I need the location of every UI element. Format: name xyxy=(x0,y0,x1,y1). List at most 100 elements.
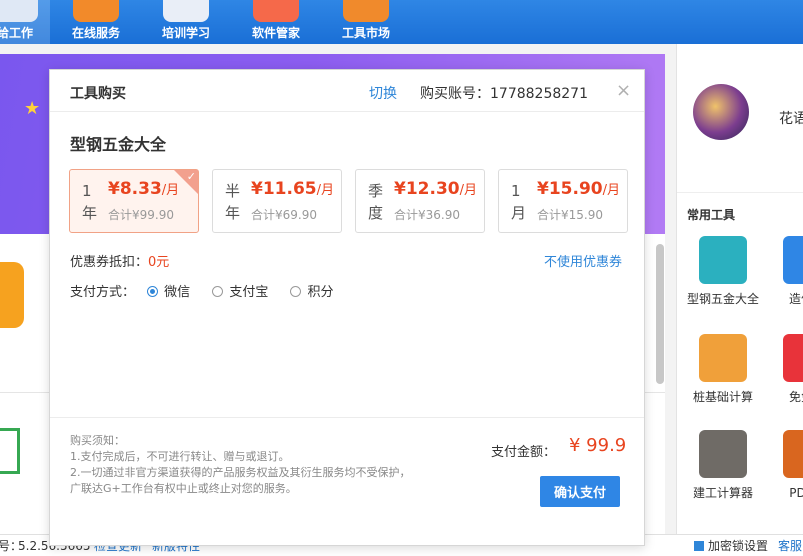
online-service-icon xyxy=(73,0,119,22)
account-label: 购买账号： xyxy=(420,86,490,102)
radio-selected[interactable] xyxy=(147,286,159,297)
nav-item-online-service[interactable]: 在线服务 xyxy=(61,0,131,44)
payment-option-label: 积分 xyxy=(307,285,334,300)
radio[interactable] xyxy=(290,286,302,297)
purchase-notice: 购买须知： 1.支付完成后，不可进行转让、赠与或退订。 2.一切通过非官方渠道获… xyxy=(70,433,411,497)
computer-icon xyxy=(0,0,38,22)
amount-label: 支付金额： xyxy=(491,445,557,460)
plan-option-halfyear[interactable]: 半年 ¥11.65/月 合计¥69.90 xyxy=(212,169,342,233)
right-panel: 花语 常用工具 型钢五金大全 造价务 桩基础计算 免免建 建工计算器 PDF快 xyxy=(676,44,803,534)
plan-price: ¥12.30/月 xyxy=(394,179,477,199)
nav-label: 软件管家 xyxy=(251,26,300,40)
cost-tool-icon xyxy=(783,236,803,284)
software-manager-icon xyxy=(253,0,299,22)
divider xyxy=(677,192,803,193)
nav-item-training[interactable]: 培训学习 xyxy=(151,0,221,44)
dialog-title: 工具购买 xyxy=(70,86,126,102)
lock-icon xyxy=(694,541,704,551)
payment-option-label: 微信 xyxy=(164,285,191,300)
plan-option-1month[interactable]: 1月 ¥15.90/月 合计¥15.90 xyxy=(498,169,628,233)
app-tile-orange-icon[interactable] xyxy=(0,262,24,328)
plan-duration: 1月 xyxy=(511,182,527,222)
nav-label: 培训学习 xyxy=(161,26,210,40)
switch-account-link[interactable]: 切换 xyxy=(369,83,397,103)
amount-value: ¥ 99.9 xyxy=(569,435,627,456)
confirm-payment-button[interactable]: 确认支付 xyxy=(540,476,620,507)
customer-service-link[interactable]: 客服 xyxy=(778,535,802,556)
notice-line: 广联达G+工作台有权中止或终止对您的服务。 xyxy=(70,482,297,495)
tools-section-title: 常用工具 xyxy=(687,208,736,222)
calculator-icon xyxy=(699,430,747,478)
pile-foundation-icon xyxy=(699,334,747,382)
price-unit: /月 xyxy=(459,183,477,198)
tool-label: 免免建 xyxy=(788,390,803,404)
price-unit: /月 xyxy=(602,183,620,198)
plan-total: 合计¥99.90 xyxy=(108,208,174,222)
price-value: ¥15.90 xyxy=(537,179,603,199)
nav-item-workspace[interactable]: 给工作 xyxy=(0,0,50,44)
tool-label: PDF快 xyxy=(789,486,803,500)
app-tile-green-icon[interactable] xyxy=(0,428,20,474)
notice-line: 1.支付完成后，不可进行转让、赠与或退订。 xyxy=(70,450,290,463)
price-value: ¥12.30 xyxy=(394,179,460,199)
tool-label: 型钢五金大全 xyxy=(686,292,759,306)
payment-option-wechat[interactable]: 微信 xyxy=(147,281,190,300)
payment-option-points[interactable]: 积分 xyxy=(290,281,333,300)
plan-option-quarter[interactable]: 季度 ¥12.30/月 合计¥36.90 xyxy=(355,169,485,233)
payment-option-alipay[interactable]: 支付宝 xyxy=(212,281,268,300)
nav-label: 工具市场 xyxy=(341,26,390,40)
plan-price: ¥11.65/月 xyxy=(251,179,334,199)
plan-total: 合计¥36.90 xyxy=(394,208,460,222)
price-unit: /月 xyxy=(316,183,334,198)
nav-item-software-manager[interactable]: 软件管家 xyxy=(241,0,311,44)
plan-option-1year[interactable]: 1年 ¥8.33/月 合计¥99.90 ✓ xyxy=(69,169,199,233)
plan-total: 合计¥15.90 xyxy=(537,208,603,222)
tool-calculator[interactable]: 建工计算器 xyxy=(683,430,763,501)
tool-free-build[interactable]: 免免建 xyxy=(767,334,803,405)
user-name: 花语 xyxy=(779,111,803,127)
tool-market-icon xyxy=(343,0,389,22)
plan-total: 合计¥69.90 xyxy=(251,208,317,222)
radio[interactable] xyxy=(212,286,224,297)
notice-title: 购买须知： xyxy=(70,434,125,447)
star-icon: ★ xyxy=(24,98,41,119)
nav-item-tool-market[interactable]: 工具市场 xyxy=(331,0,401,44)
purchase-dialog: 工具购买 切换 购买账号：17788258271 × 型钢五金大全 1年 ¥8.… xyxy=(49,69,645,546)
lock-settings-link[interactable]: 加密锁设置 xyxy=(708,535,768,556)
plan-duration: 1年 xyxy=(82,182,98,222)
avatar[interactable] xyxy=(693,84,749,140)
coupon-label: 优惠券抵扣： xyxy=(70,255,149,270)
payment-method-row: 支付方式： 微信 支付宝 积分 xyxy=(70,281,343,300)
tool-label: 桩基础计算 xyxy=(692,390,753,404)
price-value: ¥8.33 xyxy=(108,179,162,199)
top-nav-bar: 给工作 在线服务 培训学习 软件管家 工具市场 xyxy=(0,0,803,44)
plan-duration: 季度 xyxy=(368,182,384,222)
coupon-value: 0元 xyxy=(148,255,170,270)
product-name: 型钢五金大全 xyxy=(70,135,167,154)
main-scrollbar[interactable] xyxy=(656,244,664,384)
close-icon[interactable]: × xyxy=(616,80,631,101)
coupon-row: 优惠券抵扣：0元 xyxy=(70,251,169,270)
payment-option-label: 支付宝 xyxy=(229,285,269,300)
tool-pile-foundation[interactable]: 桩基础计算 xyxy=(683,334,763,405)
no-coupon-link[interactable]: 不使用优惠券 xyxy=(544,251,622,270)
check-icon: ✓ xyxy=(186,170,196,183)
tool-label: 建工计算器 xyxy=(692,486,753,500)
dialog-footer: 购买须知： 1.支付完成后，不可进行转让、赠与或退订。 2.一切通过非官方渠道获… xyxy=(50,417,644,545)
free-build-icon xyxy=(783,334,803,382)
plan-price: ¥15.90/月 xyxy=(537,179,620,199)
tool-cost[interactable]: 造价务 xyxy=(767,236,803,307)
nav-label: 在线服务 xyxy=(71,26,120,40)
price-value: ¥11.65 xyxy=(251,179,317,199)
payment-label: 支付方式： xyxy=(70,285,136,300)
tool-steel-hardware[interactable]: 型钢五金大全 xyxy=(683,236,763,307)
plan-duration: 半年 xyxy=(225,182,241,222)
nav-label: 给工作 xyxy=(0,26,33,40)
tool-pdf[interactable]: PDF快 xyxy=(767,430,803,501)
purchase-account: 购买账号：17788258271 xyxy=(420,83,588,103)
plan-price: ¥8.33/月 xyxy=(108,179,179,199)
notice-line: 2.一切通过非官方渠道获得的产品服务权益及其衍生服务均不受保护， xyxy=(70,466,411,479)
tool-label: 造价务 xyxy=(788,292,803,306)
dialog-header: 工具购买 切换 购买账号：17788258271 × xyxy=(50,70,644,112)
account-number: 17788258271 xyxy=(490,86,588,102)
